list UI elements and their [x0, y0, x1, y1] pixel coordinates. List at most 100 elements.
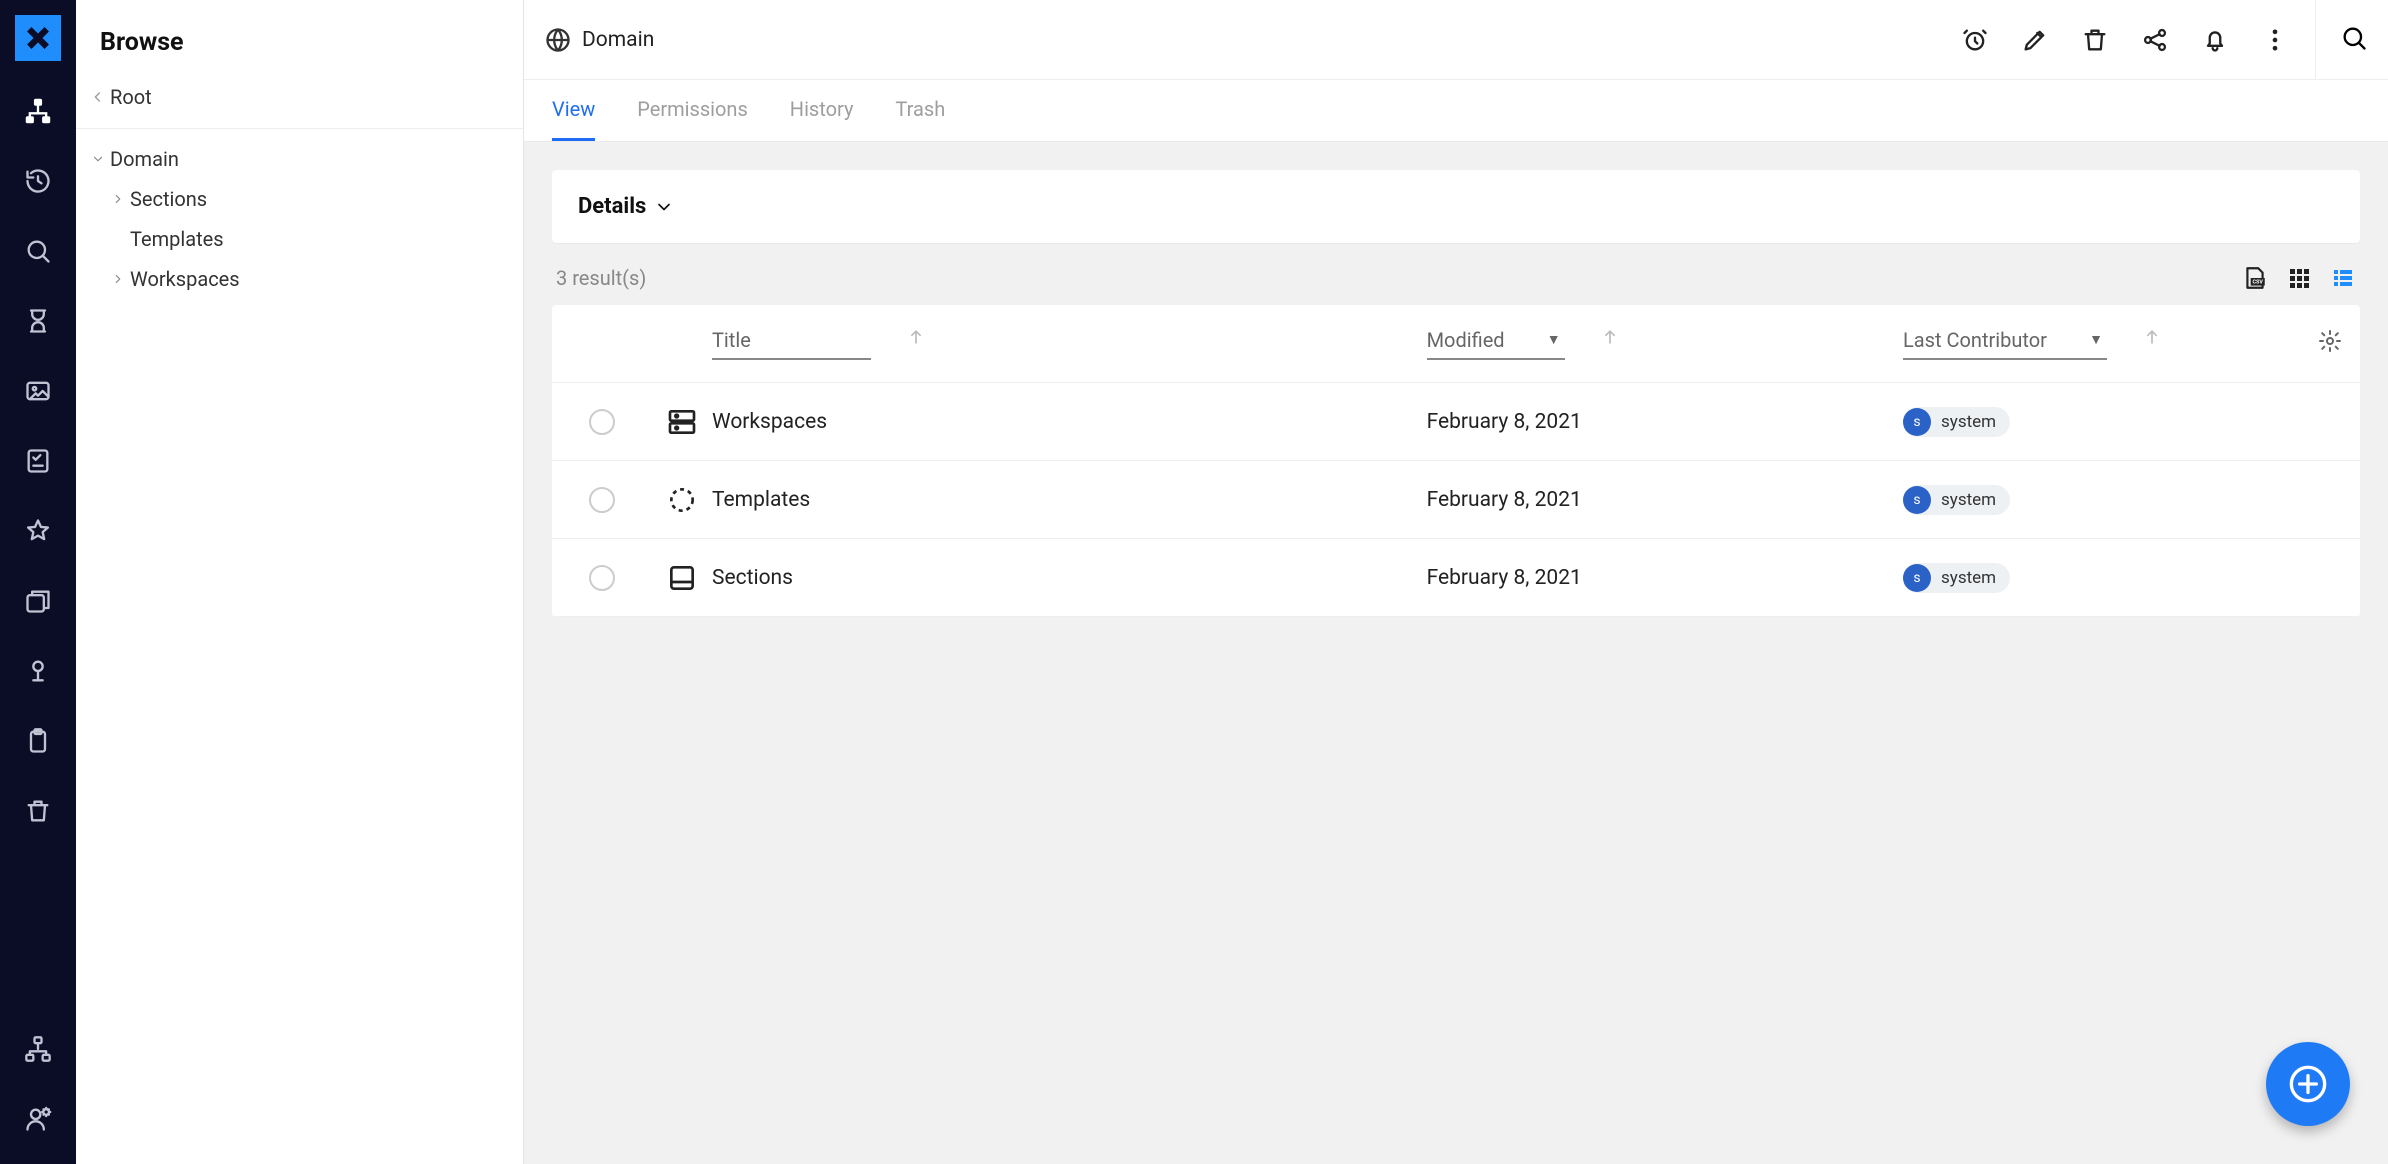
trash-icon [2081, 26, 2109, 54]
tree-node[interactable]: Templates [76, 219, 523, 259]
tree-node[interactable]: Sections [76, 179, 523, 219]
row-title: Sections [712, 566, 1427, 590]
column-title[interactable]: Title [712, 328, 871, 360]
tab-view[interactable]: View [552, 80, 595, 141]
bell-icon [2201, 26, 2229, 54]
nav-clipboard[interactable] [0, 706, 76, 776]
page-title: Domain [582, 28, 1959, 52]
nav-personal[interactable] [0, 636, 76, 706]
view-list-button[interactable] [2330, 265, 2356, 291]
share-button[interactable] [2139, 24, 2171, 56]
notifications-button[interactable] [2199, 24, 2231, 56]
sidebar-title: Browse [76, 0, 523, 81]
workspaces-icon [652, 406, 712, 438]
history-icon [24, 167, 52, 195]
more-vertical-icon [2261, 26, 2289, 54]
row-modified: February 8, 2021 [1427, 566, 1903, 590]
contributor-name: system [1941, 490, 1996, 510]
topbar-actions [1959, 24, 2291, 56]
more-button[interactable] [2259, 24, 2291, 56]
sort-asc-icon[interactable] [906, 328, 926, 352]
list-icon [2331, 266, 2355, 290]
edit-button[interactable] [2019, 24, 2051, 56]
column-modified[interactable]: Modified ▼ [1427, 328, 1565, 360]
table-row[interactable]: WorkspacesFebruary 8, 2021ssystem [552, 383, 2360, 461]
admin-tree-icon [24, 1035, 52, 1063]
app-logo[interactable] [0, 0, 76, 76]
row-modified: February 8, 2021 [1427, 410, 1903, 434]
tab-history[interactable]: History [790, 80, 854, 141]
row-checkbox[interactable] [589, 565, 615, 591]
table-settings-button[interactable] [2318, 329, 2342, 358]
nav-user-settings[interactable] [0, 1084, 76, 1154]
image-icon [24, 377, 52, 405]
nav-recent[interactable] [0, 146, 76, 216]
create-button[interactable] [2266, 1042, 2350, 1126]
csv-icon: CSV [2242, 264, 2268, 292]
sort-asc-icon[interactable] [1600, 328, 1620, 352]
x-logo-icon [15, 15, 61, 61]
main-area: Domain View Permissions History Trash Detai… [524, 0, 2388, 1164]
export-csv-button[interactable]: CSV [2242, 265, 2268, 291]
row-title: Templates [712, 488, 1427, 512]
tab-permissions[interactable]: Permissions [637, 80, 748, 141]
nav-trash[interactable] [0, 776, 76, 846]
table-row[interactable]: SectionsFebruary 8, 2021ssystem [552, 539, 2360, 617]
details-header[interactable]: Details [552, 170, 2360, 243]
global-search-button[interactable] [2340, 24, 2368, 56]
nav-expired[interactable] [0, 286, 76, 356]
search-icon [2340, 24, 2368, 52]
row-checkbox[interactable] [589, 487, 615, 513]
filter-caret-icon[interactable]: ▼ [2089, 331, 2103, 348]
nav-favorites[interactable] [0, 496, 76, 566]
delete-button[interactable] [2079, 24, 2111, 56]
subscribe-button[interactable] [1959, 24, 1991, 56]
chevron-down-icon [654, 197, 674, 217]
tab-trash[interactable]: Trash [895, 80, 945, 141]
results-table: Title Modified ▼ [552, 305, 2360, 617]
globe-icon [544, 26, 572, 54]
trash-icon [24, 797, 52, 825]
tree-node-label: Sections [130, 187, 207, 211]
pencil-icon [2021, 26, 2049, 54]
push-pin-icon [24, 657, 52, 685]
chevron-right-icon[interactable] [106, 272, 130, 286]
chevron-left-icon [90, 89, 106, 105]
templates-icon [652, 484, 712, 516]
table-header: Title Modified ▼ [552, 305, 2360, 383]
contributor-chip[interactable]: ssystem [1903, 563, 2010, 593]
contributor-chip[interactable]: ssystem [1903, 407, 2010, 437]
user-settings-icon [24, 1105, 52, 1133]
details-title: Details [578, 194, 646, 219]
tree-node-label: Workspaces [130, 267, 240, 291]
hourglass-icon [24, 307, 52, 335]
nav-collections[interactable] [0, 566, 76, 636]
tree-node[interactable]: Workspaces [76, 259, 523, 299]
results-count: 3 result(s) [556, 266, 646, 290]
nav-tasks[interactable] [0, 426, 76, 496]
avatar: s [1903, 408, 1931, 436]
row-title: Workspaces [712, 410, 1427, 434]
nav-admin[interactable] [0, 1014, 76, 1084]
view-grid-button[interactable] [2286, 265, 2312, 291]
contributor-name: system [1941, 412, 1996, 432]
row-modified: February 8, 2021 [1427, 488, 1903, 512]
nav-search[interactable] [0, 216, 76, 286]
results-bar: 3 result(s) CSV [552, 243, 2360, 305]
nav-assets[interactable] [0, 356, 76, 426]
column-contributor[interactable]: Last Contributor ▼ [1903, 328, 2107, 360]
contributor-chip[interactable]: ssystem [1903, 485, 2010, 515]
tree-node-label: Domain [110, 147, 179, 171]
table-row[interactable]: TemplatesFebruary 8, 2021ssystem [552, 461, 2360, 539]
share-icon [2141, 26, 2169, 54]
tree-node-domain[interactable]: Domain [76, 139, 523, 179]
nav-browse[interactable] [0, 76, 76, 146]
chevron-down-icon[interactable] [86, 152, 110, 166]
breadcrumb-parent: Root [110, 85, 152, 109]
filter-caret-icon[interactable]: ▼ [1547, 331, 1561, 348]
breadcrumb[interactable]: Root [76, 81, 523, 129]
plus-circle-icon [2288, 1064, 2328, 1104]
chevron-right-icon[interactable] [106, 192, 130, 206]
row-checkbox[interactable] [589, 409, 615, 435]
sort-asc-icon[interactable] [2142, 328, 2162, 352]
